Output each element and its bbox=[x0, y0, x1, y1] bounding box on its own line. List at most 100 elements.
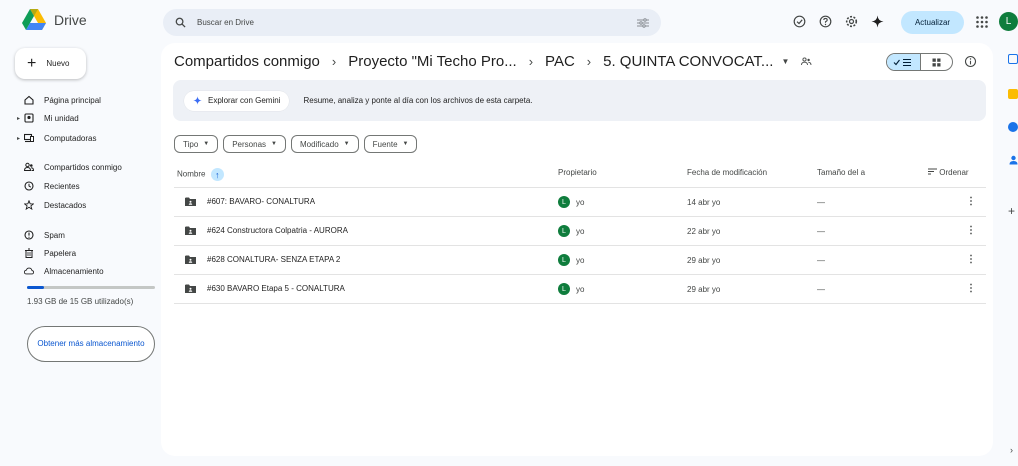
account-avatar[interactable]: L bbox=[999, 12, 1018, 31]
divider bbox=[174, 216, 986, 217]
column-header-size[interactable]: Tamaño del a bbox=[817, 168, 875, 177]
storage-usage-bar bbox=[27, 286, 155, 289]
shared-folder-icon bbox=[185, 197, 196, 206]
expand-caret-icon[interactable]: ▸ bbox=[17, 135, 20, 142]
get-more-storage-button[interactable]: Obtener más almacenamiento bbox=[27, 326, 155, 362]
owner-name: yo bbox=[576, 197, 585, 207]
file-name: #607: BAVARO- CONALTURA bbox=[207, 197, 316, 206]
more-actions-icon[interactable]: ⋮ bbox=[966, 254, 976, 265]
breadcrumb-separator: › bbox=[331, 54, 337, 69]
view-toggle bbox=[886, 53, 953, 71]
divider bbox=[174, 245, 986, 246]
plus-icon: + bbox=[27, 54, 37, 72]
filter-source[interactable]: Fuente ▼ bbox=[363, 135, 418, 153]
calendar-addon-icon[interactable] bbox=[1008, 54, 1018, 64]
breadcrumb-item[interactable]: Compartidos conmigo bbox=[174, 53, 320, 70]
table-row[interactable]: #624 Constructora Colpatria - AURORA bbox=[185, 226, 348, 235]
table-row[interactable]: #630 BAVARO Etapa 5 - CONALTURA bbox=[185, 284, 345, 293]
collapse-panel-chevron-icon[interactable]: › bbox=[1010, 445, 1013, 455]
breadcrumb-item[interactable]: Proyecto "Mi Techo Pro... bbox=[348, 53, 516, 70]
gemini-description: Resume, analiza y ponte al día con los a… bbox=[303, 96, 533, 105]
file-size: — bbox=[817, 256, 825, 265]
search-input[interactable] bbox=[197, 18, 637, 27]
folder-menu-caret-icon[interactable]: ▼ bbox=[781, 57, 789, 66]
file-name: #630 BAVARO Etapa 5 - CONALTURA bbox=[207, 284, 345, 293]
grid-view-button[interactable] bbox=[919, 54, 953, 70]
breadcrumb-item[interactable]: PAC bbox=[545, 53, 575, 70]
sort-lines-icon bbox=[928, 168, 939, 177]
keep-addon-icon[interactable] bbox=[1008, 89, 1018, 99]
filter-people[interactable]: Personas ▼ bbox=[223, 135, 286, 153]
tasks-addon-icon[interactable] bbox=[1008, 122, 1018, 132]
search-bar[interactable] bbox=[163, 9, 661, 36]
column-header-name[interactable]: Nombre ↑ bbox=[177, 168, 224, 181]
update-button[interactable]: Actualizar bbox=[901, 11, 964, 34]
gemini-sparkle-icon[interactable] bbox=[868, 12, 886, 30]
sidebar-item-label: Página principal bbox=[44, 95, 101, 105]
more-actions-icon[interactable]: ⋮ bbox=[966, 225, 976, 236]
spam-icon bbox=[24, 230, 34, 240]
filter-type[interactable]: Tipo ▼ bbox=[174, 135, 219, 153]
more-actions-icon[interactable]: ⋮ bbox=[966, 283, 976, 294]
sidebar-item-label: Compartidos conmigo bbox=[44, 162, 122, 172]
offline-status-icon[interactable] bbox=[790, 12, 808, 30]
divider bbox=[174, 303, 986, 304]
column-header-owner[interactable]: Propietario bbox=[558, 168, 597, 177]
gemini-button-label: Explorar con Gemini bbox=[208, 96, 281, 105]
table-row[interactable]: #628 CONALTURA- SENZA ETAPA 2 bbox=[185, 255, 340, 264]
modified-date: 29 abr yo bbox=[687, 285, 721, 294]
modified-date: 14 abr yo bbox=[687, 198, 721, 207]
drive-logo-icon bbox=[22, 9, 46, 30]
settings-icon[interactable] bbox=[842, 12, 860, 30]
filter-modified[interactable]: Modificado ▼ bbox=[290, 135, 359, 153]
clock-icon bbox=[24, 181, 34, 191]
explore-with-gemini-button[interactable]: Explorar con Gemini bbox=[184, 90, 290, 111]
apps-grid-icon[interactable] bbox=[975, 15, 989, 29]
dropdown-arrow-icon: ▼ bbox=[271, 141, 277, 147]
divider bbox=[174, 187, 986, 188]
sidebar-item-starred[interactable]: Destacados bbox=[24, 198, 86, 212]
column-header-modified[interactable]: Fecha de modificación bbox=[687, 168, 767, 177]
sidebar-item-recent[interactable]: Recientes bbox=[24, 179, 80, 193]
sidebar-item-spam[interactable]: Spam bbox=[24, 228, 65, 242]
owner-cell: L yo bbox=[558, 254, 584, 266]
owner-avatar: L bbox=[558, 196, 570, 208]
search-options-icon[interactable] bbox=[637, 17, 649, 28]
more-actions-icon[interactable]: ⋮ bbox=[966, 196, 976, 207]
sidebar-item-computers[interactable]: ▸ Computadoras bbox=[17, 131, 96, 145]
table-row[interactable]: #607: BAVARO- CONALTURA bbox=[185, 197, 315, 206]
filter-label: Personas bbox=[232, 139, 267, 149]
owner-name: yo bbox=[576, 226, 585, 236]
file-size: — bbox=[817, 227, 825, 236]
file-name: #628 CONALTURA- SENZA ETAPA 2 bbox=[207, 255, 341, 264]
breadcrumb-current-folder[interactable]: 5. QUINTA CONVOCAT... bbox=[603, 53, 773, 70]
sort-ascending-icon[interactable]: ↑ bbox=[210, 168, 224, 181]
shared-people-icon bbox=[24, 162, 34, 172]
column-header-label: Nombre bbox=[177, 169, 206, 179]
drive-logo[interactable]: Drive bbox=[22, 9, 87, 30]
owner-avatar: L bbox=[558, 225, 570, 237]
help-icon[interactable] bbox=[816, 12, 834, 30]
sidebar-item-home[interactable]: Página principal bbox=[24, 93, 101, 107]
sidebar-item-shared[interactable]: Compartidos conmigo bbox=[24, 160, 122, 174]
filter-label: Fuente bbox=[372, 139, 398, 149]
sidebar-item-trash[interactable]: Papelera bbox=[24, 246, 76, 260]
info-icon[interactable] bbox=[964, 55, 977, 68]
sidebar-item-storage[interactable]: Almacenamiento bbox=[24, 264, 104, 278]
sort-options-button[interactable]: Ordenar bbox=[928, 168, 969, 177]
sidebar-item-my-drive[interactable]: ▸ Mi unidad bbox=[17, 111, 79, 125]
filter-label: Modificado bbox=[299, 139, 339, 149]
star-icon bbox=[24, 200, 34, 210]
sidebar-item-label: Papelera bbox=[44, 248, 77, 258]
owner-avatar: L bbox=[558, 283, 570, 295]
add-addon-icon[interactable]: + bbox=[1008, 204, 1015, 218]
home-icon bbox=[24, 95, 34, 105]
list-view-button[interactable] bbox=[887, 54, 920, 70]
dropdown-arrow-icon: ▼ bbox=[402, 141, 409, 147]
owner-cell: L yo bbox=[558, 225, 584, 237]
dropdown-arrow-icon: ▼ bbox=[203, 141, 210, 147]
contacts-addon-icon[interactable] bbox=[1009, 155, 1018, 167]
modified-date: 22 abr yo bbox=[687, 227, 721, 236]
new-button[interactable]: + Nuevo bbox=[15, 48, 86, 79]
expand-caret-icon[interactable]: ▸ bbox=[17, 115, 20, 122]
